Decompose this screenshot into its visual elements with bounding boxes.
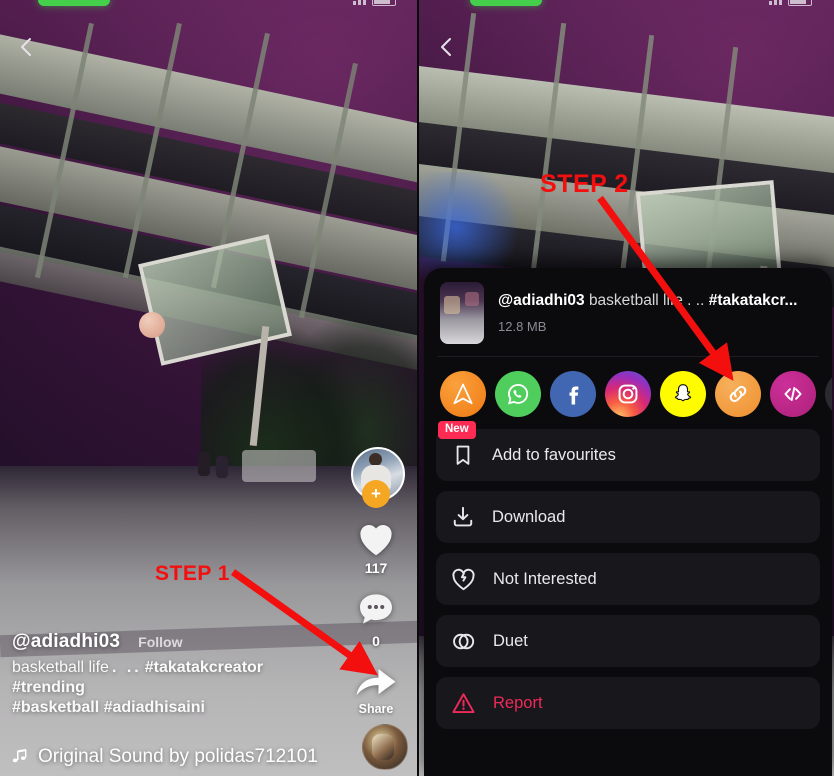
action-rail: + 117 0 Share <box>344 447 408 716</box>
like-count: 117 <box>364 560 388 576</box>
annotation-step-1: STEP 1 <box>155 562 230 585</box>
music-note-icon <box>12 749 27 763</box>
sound-disc-avatar[interactable] <box>362 724 408 770</box>
follow-plus-button[interactable]: + <box>362 480 390 508</box>
share-arrow-icon <box>356 668 396 696</box>
panel-divider <box>417 0 419 776</box>
back-chevron-icon[interactable] <box>434 34 460 60</box>
paper-plane-icon[interactable] <box>440 371 486 417</box>
share-app-snapchat[interactable] <box>660 371 706 417</box>
share-sheet: @adiadhi03 basketball life . .. #takatak… <box>424 268 832 776</box>
whatsapp-icon[interactable] <box>495 371 541 417</box>
status-bar-right <box>418 0 834 12</box>
back-chevron-icon[interactable] <box>14 34 40 60</box>
signal-bars-icon <box>353 0 366 5</box>
share-app-direct[interactable]: New <box>438 371 486 439</box>
embed-code-icon[interactable] <box>770 371 816 417</box>
menu-duet-label: Duet <box>493 631 528 650</box>
share-app-more[interactable] <box>825 371 832 417</box>
status-bar-left <box>0 0 418 12</box>
caption-tags-line2[interactable]: #basketball #adiadhisaini <box>12 699 205 716</box>
share-app-whatsapp[interactable] <box>495 371 541 417</box>
battery-icon <box>372 0 396 6</box>
share-sheet-title: @adiadhi03 basketball life . .. #takatak… <box>498 292 797 310</box>
instagram-icon[interactable] <box>605 371 651 417</box>
snapchat-icon[interactable] <box>660 371 706 417</box>
file-size: 12.8 MB <box>498 319 547 334</box>
share-sheet-header: @adiadhi03 basketball life . .. #takatak… <box>424 268 832 354</box>
link-icon[interactable] <box>715 371 761 417</box>
menu-not-interested-label: Not Interested <box>493 569 597 588</box>
comment-bubble-icon <box>360 594 392 624</box>
caption-dots: . .. <box>111 659 142 676</box>
signal-bars-icon <box>769 0 782 5</box>
music-row[interactable]: Original Sound by polidas712101 <box>10 746 318 768</box>
menu-download-label: Download <box>492 507 566 526</box>
menu-add-to-favourites[interactable]: Add to favourites <box>436 429 820 481</box>
recording-pill <box>38 0 110 6</box>
share-app-embed[interactable] <box>770 371 816 417</box>
left-screen: + 117 0 Share @adiadhi03 Follow basketba… <box>0 0 418 776</box>
share-menu-list: Add to favourites Download Not Interested D… <box>424 423 832 729</box>
download-icon <box>450 504 476 530</box>
menu-report-label: Report <box>493 693 543 712</box>
duet-circles-icon <box>450 628 477 655</box>
menu-download[interactable]: Download <box>436 491 820 543</box>
menu-add-to-favourites-label: Add to favourites <box>492 445 616 464</box>
share-app-copy-link[interactable] <box>715 371 761 417</box>
share-app-instagram[interactable] <box>605 371 651 417</box>
like-button[interactable]: 117 <box>355 519 397 576</box>
right-screen: @adiadhi03 basketball life . .. #takatak… <box>418 0 834 776</box>
screenshot-stage: + 117 0 Share @adiadhi03 Follow basketba… <box>0 0 834 776</box>
share-apps-row: New <box>424 357 832 439</box>
creator-handle[interactable]: @adiadhi03 <box>12 631 120 653</box>
caption-block: @adiadhi03 Follow basketball life. .. #ta… <box>12 631 332 718</box>
menu-not-interested[interactable]: Not Interested <box>436 553 820 605</box>
share-title-tag: #takatakcr... <box>708 292 798 309</box>
comment-count: 0 <box>372 633 380 649</box>
caption-plain: basketball life <box>12 659 109 676</box>
basketball-hoop <box>138 230 318 447</box>
more-dots-icon[interactable] <box>825 371 832 417</box>
follow-link[interactable]: Follow <box>138 634 182 650</box>
battery-icon <box>788 0 812 6</box>
menu-duet[interactable]: Duet <box>436 615 820 667</box>
comment-button[interactable]: 0 <box>355 590 397 649</box>
video-thumbnail <box>440 282 484 344</box>
annotation-step-2: STEP 2 <box>540 170 629 198</box>
warning-triangle-icon <box>450 690 477 717</box>
status-icons-right <box>769 0 812 6</box>
share-label: Share <box>358 702 394 716</box>
music-label: Original Sound by polidas712101 <box>38 746 318 767</box>
creator-avatar[interactable]: + <box>351 447 405 508</box>
share-app-facebook[interactable] <box>550 371 596 417</box>
share-title-desc: basketball life <box>588 292 683 309</box>
heart-icon <box>360 524 392 556</box>
caption-text: basketball life. .. #takatakcreator #tren… <box>12 658 332 718</box>
recording-pill <box>470 0 542 6</box>
share-title-dots: . .. <box>687 292 705 309</box>
new-badge: New <box>438 421 476 439</box>
bookmark-icon <box>450 442 476 468</box>
facebook-icon[interactable] <box>550 371 596 417</box>
status-icons-left <box>353 0 396 6</box>
share-button[interactable]: Share <box>353 663 399 716</box>
menu-report[interactable]: Report <box>436 677 820 729</box>
share-title-handle: @adiadhi03 <box>498 292 585 309</box>
broken-heart-icon <box>450 566 477 593</box>
